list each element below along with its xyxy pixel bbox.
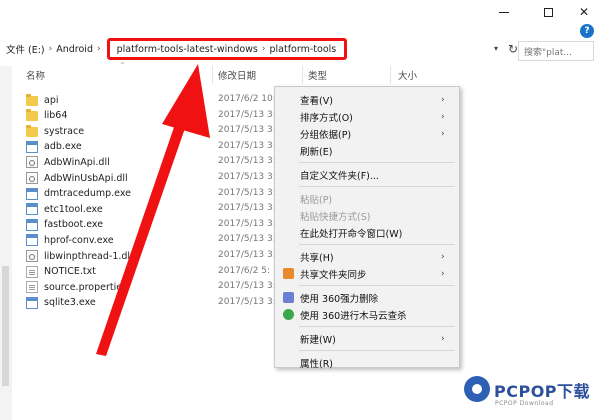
menu-item: 粘贴快捷方式(S): [275, 207, 459, 224]
menu-item-label: 自定义文件夹(F)...: [300, 170, 379, 182]
menu-item: 粘贴(P): [275, 190, 459, 207]
arrow-head: [162, 64, 210, 138]
menu-item[interactable]: 共享文件夹同步 ›: [275, 265, 459, 282]
menu-separator: [299, 186, 455, 187]
menu-item[interactable]: 刷新(E): [275, 142, 459, 159]
menu-item[interactable]: 使用 360强力删除: [275, 289, 459, 306]
arrow-shaft: [96, 104, 192, 356]
watermark-sub: PCPOP Download: [495, 400, 554, 407]
menu-separator: [299, 350, 455, 351]
menu-item[interactable]: 查看(V) ›: [275, 91, 459, 108]
shield-icon: [283, 309, 294, 320]
menu-separator: [299, 244, 455, 245]
menu-item-label: 新建(W): [300, 334, 336, 346]
menu-item-label: 分组依据(P): [300, 129, 352, 141]
shredder-icon: [283, 292, 294, 303]
menu-separator: [299, 285, 455, 286]
submenu-arrow-icon: ›: [441, 128, 445, 139]
watermark-brand: PCPOP下载: [494, 382, 591, 401]
sync-icon: [283, 268, 294, 279]
context-menu: 查看(V) › 排序方式(O) › 分组依据(P) › 刷新(E) 自定义文件夹(F)... 粘…: [274, 86, 460, 371]
watermark: PCPOP下载 PCPOP Download: [460, 372, 600, 420]
menu-item-label: 粘贴快捷方式(S): [300, 211, 371, 223]
menu-separator: [299, 326, 455, 327]
menu-item-label: 查看(V): [300, 95, 333, 107]
submenu-arrow-icon: ›: [441, 268, 445, 279]
menu-item[interactable]: 属性(R): [275, 354, 459, 371]
menu-item-label: 属性(R): [300, 358, 334, 370]
menu-item[interactable]: 使用 360进行木马云查杀: [275, 306, 459, 323]
menu-item-label: 共享文件夹同步: [300, 269, 367, 281]
menu-item[interactable]: 自定义文件夹(F)...: [275, 166, 459, 183]
menu-item-label: 刷新(E): [300, 146, 333, 158]
submenu-arrow-icon: ›: [441, 94, 445, 105]
menu-item[interactable]: 排序方式(O) ›: [275, 108, 459, 125]
menu-item-label: 使用 360强力删除: [300, 293, 379, 305]
menu-item[interactable]: 共享(H) ›: [275, 248, 459, 265]
menu-item-label: 共享(H): [300, 252, 334, 264]
menu-item[interactable]: 分组依据(P) ›: [275, 125, 459, 142]
menu-item[interactable]: 在此处打开命令窗口(W): [275, 224, 459, 241]
menu-item[interactable]: 新建(W) ›: [275, 330, 459, 347]
menu-separator: [299, 162, 455, 163]
menu-item-label: 使用 360进行木马云查杀: [300, 310, 407, 322]
menu-item-label: 在此处打开命令窗口(W): [300, 228, 403, 240]
menu-item-label: 粘贴(P): [300, 194, 333, 206]
menu-item-label: 排序方式(O): [300, 112, 353, 124]
submenu-arrow-icon: ›: [441, 251, 445, 262]
submenu-arrow-icon: ›: [441, 111, 445, 122]
pcpop-logo-icon: [464, 376, 490, 402]
submenu-arrow-icon: ›: [441, 333, 445, 344]
